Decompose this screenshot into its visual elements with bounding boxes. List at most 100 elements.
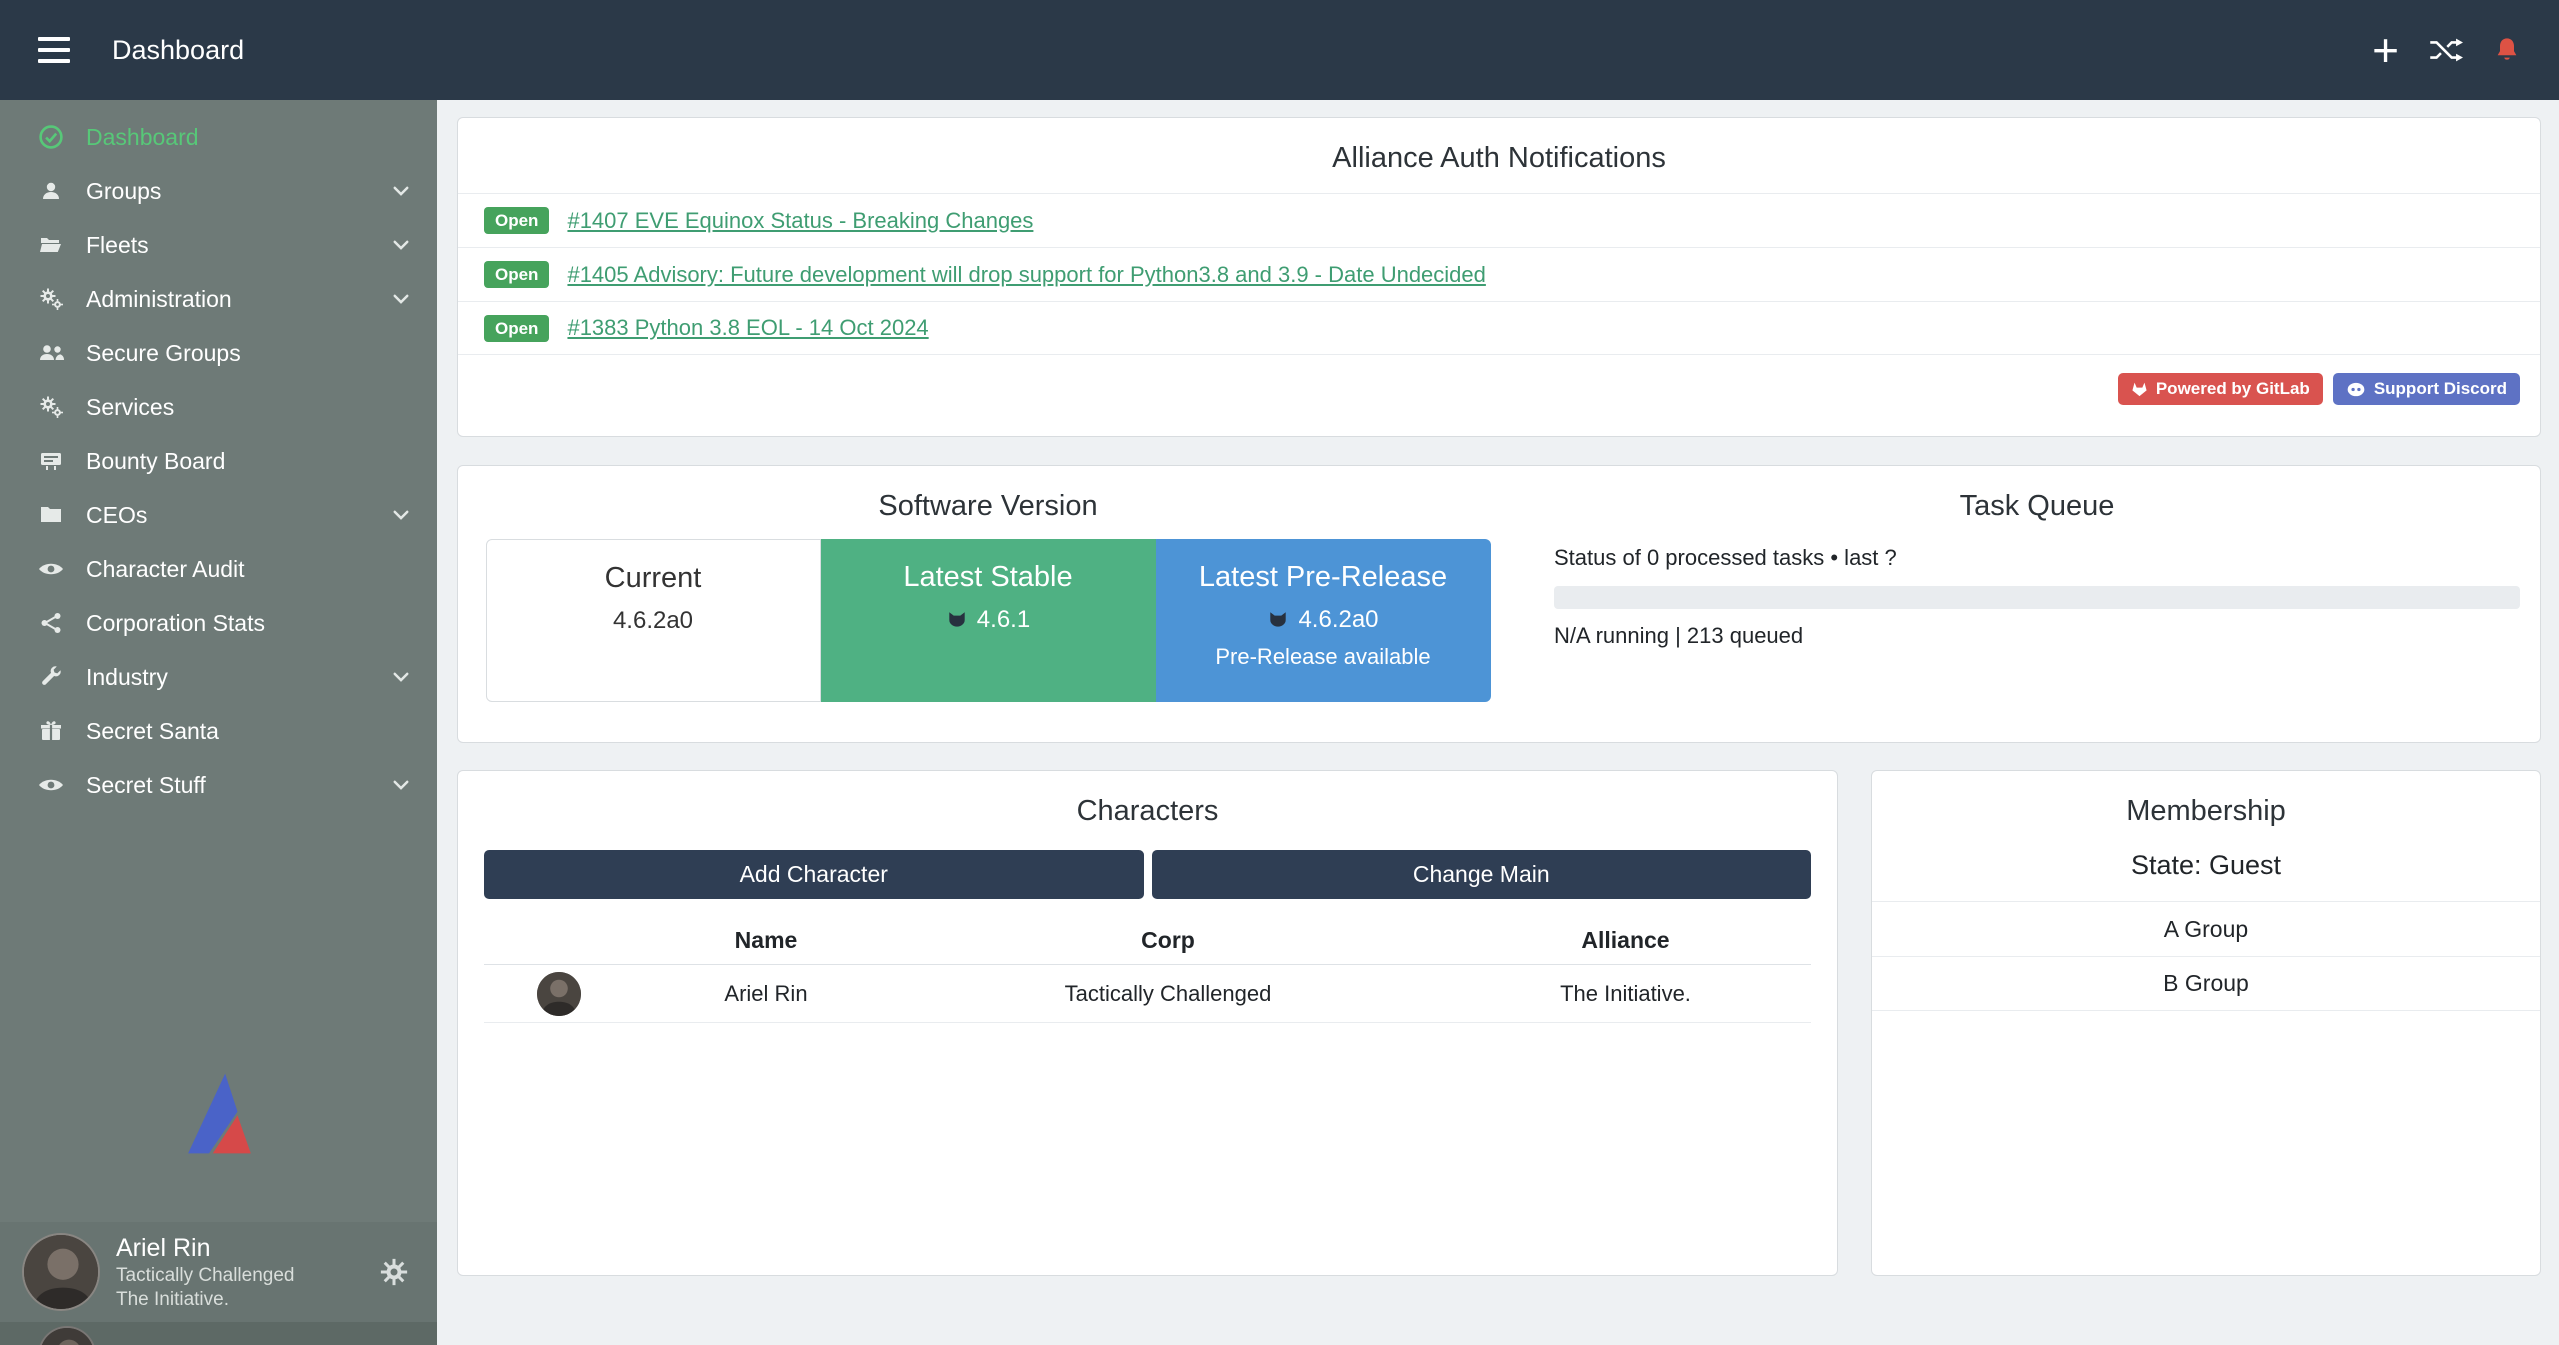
alliance-column-header: Alliance (1438, 927, 1813, 954)
sidebar-user-panel: Ariel Rin Tactically Challenged The Init… (0, 1222, 437, 1322)
sidebar-item-character-audit[interactable]: Character Audit (0, 542, 437, 596)
sidebar-item-secret-santa[interactable]: Secret Santa (0, 704, 437, 758)
software-version-card: Software Version Current 4.6.2a0 Latest … (457, 465, 2541, 743)
task-queue-title: Task Queue (1554, 490, 2520, 523)
chevron-down-icon (391, 505, 411, 525)
characters-table: Name Corp Alliance Ariel Rin Tactically … (484, 917, 1811, 1023)
user-alliance: The Initiative. (116, 1288, 295, 1312)
character-name: Ariel Rin (634, 981, 898, 1007)
cat-icon (1267, 610, 1289, 630)
latest-prerelease-value: 4.6.2a0 (1298, 606, 1378, 634)
user-name: Ariel Rin (116, 1233, 295, 1264)
notifications-list: Open #1407 EVE Equinox Status - Breaking… (458, 193, 2540, 355)
software-version-title: Software Version (458, 490, 1518, 523)
user-corp: Tactically Challenged (116, 1264, 295, 1288)
list-item: A Group (1872, 901, 2540, 956)
sidebar-item-industry[interactable]: Industry (0, 650, 437, 704)
avatar (22, 1233, 100, 1311)
notification-link[interactable]: #1407 EVE Equinox Status - Breaking Chan… (567, 208, 1033, 234)
list-item: B Group (1872, 956, 2540, 1011)
status-badge: Open (484, 315, 549, 342)
latest-stable-value: 4.6.1 (977, 606, 1030, 634)
sidebar-item-label: Character Audit (86, 556, 245, 583)
prerelease-note: Pre-Release available (1156, 644, 1491, 670)
sidebar-item-label: Administration (86, 286, 232, 313)
top-navbar: Dashboard + (0, 0, 2559, 100)
sidebar-item-label: Services (86, 394, 174, 421)
change-main-button[interactable]: Change Main (1152, 850, 1812, 899)
add-character-button[interactable]: Add Character (484, 850, 1144, 899)
sidebar-item-corporation-stats[interactable]: Corporation Stats (0, 596, 437, 650)
sidebar-item-administration[interactable]: Administration (0, 272, 437, 326)
sidebar-item-secure-groups[interactable]: Secure Groups (0, 326, 437, 380)
sidebar-item-label: Fleets (86, 232, 149, 259)
discord-badge-label: Support Discord (2374, 379, 2507, 399)
sidebar-item-fleets[interactable]: Fleets (0, 218, 437, 272)
membership-card: Membership State: Guest A Group B Group (1871, 770, 2541, 1276)
notification-bell-icon[interactable] (2493, 36, 2521, 64)
gear-icon[interactable] (379, 1257, 409, 1287)
avatar (38, 1326, 96, 1345)
navbar-actions: + (2372, 32, 2521, 69)
shuffle-icon[interactable] (2429, 37, 2463, 63)
gitlab-badge[interactable]: Powered by GitLab (2118, 373, 2323, 405)
chevron-down-icon (391, 775, 411, 795)
main-content: Alliance Auth Notifications Open #1407 E… (437, 100, 2559, 1345)
hamburger-menu-icon[interactable] (38, 37, 70, 63)
software-version-section: Software Version Current 4.6.2a0 Latest … (458, 490, 1518, 742)
notification-link[interactable]: #1405 Advisory: Future development will … (567, 262, 1485, 288)
eye-icon (32, 776, 70, 794)
notifications-footer: Powered by GitLab Support Discord (458, 373, 2540, 405)
task-queue-summary: N/A running | 213 queued (1554, 623, 2520, 649)
sidebar-item-dashboard[interactable]: Dashboard (0, 110, 437, 164)
sidebar-item-label: Bounty Board (86, 448, 225, 475)
notification-link[interactable]: #1383 Python 3.8 EOL - 14 Oct 2024 (567, 315, 928, 341)
discord-icon (2346, 382, 2366, 397)
chevron-down-icon (391, 289, 411, 309)
version-boxes: Current 4.6.2a0 Latest Stable 4.6.1 Late… (458, 539, 1518, 702)
page-title: Dashboard (112, 35, 244, 66)
sidebar-item-services[interactable]: Services (0, 380, 437, 434)
character-alliance: The Initiative. (1438, 981, 1813, 1007)
sidebar-item-bounty-board[interactable]: Bounty Board (0, 434, 437, 488)
initiative-logo (0, 1066, 437, 1161)
current-version-box: Current 4.6.2a0 (486, 539, 821, 702)
sidebar-item-groups[interactable]: Groups (0, 164, 437, 218)
users-icon (32, 341, 70, 365)
notification-row: Open #1405 Advisory: Future development … (458, 247, 2540, 301)
characters-table-header: Name Corp Alliance (484, 917, 1811, 965)
notification-row: Open #1383 Python 3.8 EOL - 14 Oct 2024 (458, 301, 2540, 355)
sidebar-bottom-strip (0, 1322, 437, 1345)
current-version-label: Current (487, 562, 820, 595)
task-queue-progress-bar (1554, 586, 2520, 609)
add-icon[interactable]: + (2372, 32, 2399, 69)
sidebar-item-label: Groups (86, 178, 161, 205)
table-row: Ariel Rin Tactically Challenged The Init… (484, 965, 1811, 1023)
sidebar-nav: Dashboard Groups Fleets (0, 100, 437, 812)
discord-badge[interactable]: Support Discord (2333, 373, 2520, 405)
sidebar-item-label: Corporation Stats (86, 610, 265, 637)
latest-prerelease-label: Latest Pre-Release (1156, 561, 1491, 594)
sidebar: Dashboard Groups Fleets (0, 100, 437, 1345)
name-column-header: Name (634, 927, 898, 954)
characters-title: Characters (484, 795, 1811, 828)
sidebar-item-label: CEOs (86, 502, 147, 529)
avatar (537, 972, 581, 1016)
current-version-value: 4.6.2a0 (613, 607, 693, 635)
membership-title: Membership (1872, 795, 2540, 828)
share-nodes-icon (32, 611, 70, 635)
notifications-title: Alliance Auth Notifications (458, 142, 2540, 175)
folder-icon (32, 503, 70, 527)
membership-state: State: Guest (1872, 850, 2540, 881)
sidebar-item-label: Secure Groups (86, 340, 241, 367)
corp-column-header: Corp (898, 927, 1438, 954)
user-info: Ariel Rin Tactically Challenged The Init… (116, 1233, 295, 1312)
sidebar-item-secret-stuff[interactable]: Secret Stuff (0, 758, 437, 812)
latest-stable-label: Latest Stable (821, 561, 1156, 594)
dashboard-icon (32, 124, 70, 150)
task-queue-section: Task Queue Status of 0 processed tasks •… (1518, 490, 2540, 742)
sidebar-item-ceos[interactable]: CEOs (0, 488, 437, 542)
chevron-down-icon (391, 235, 411, 255)
characters-buttons: Add Character Change Main (484, 850, 1811, 899)
membership-groups: A Group B Group (1872, 901, 2540, 1011)
